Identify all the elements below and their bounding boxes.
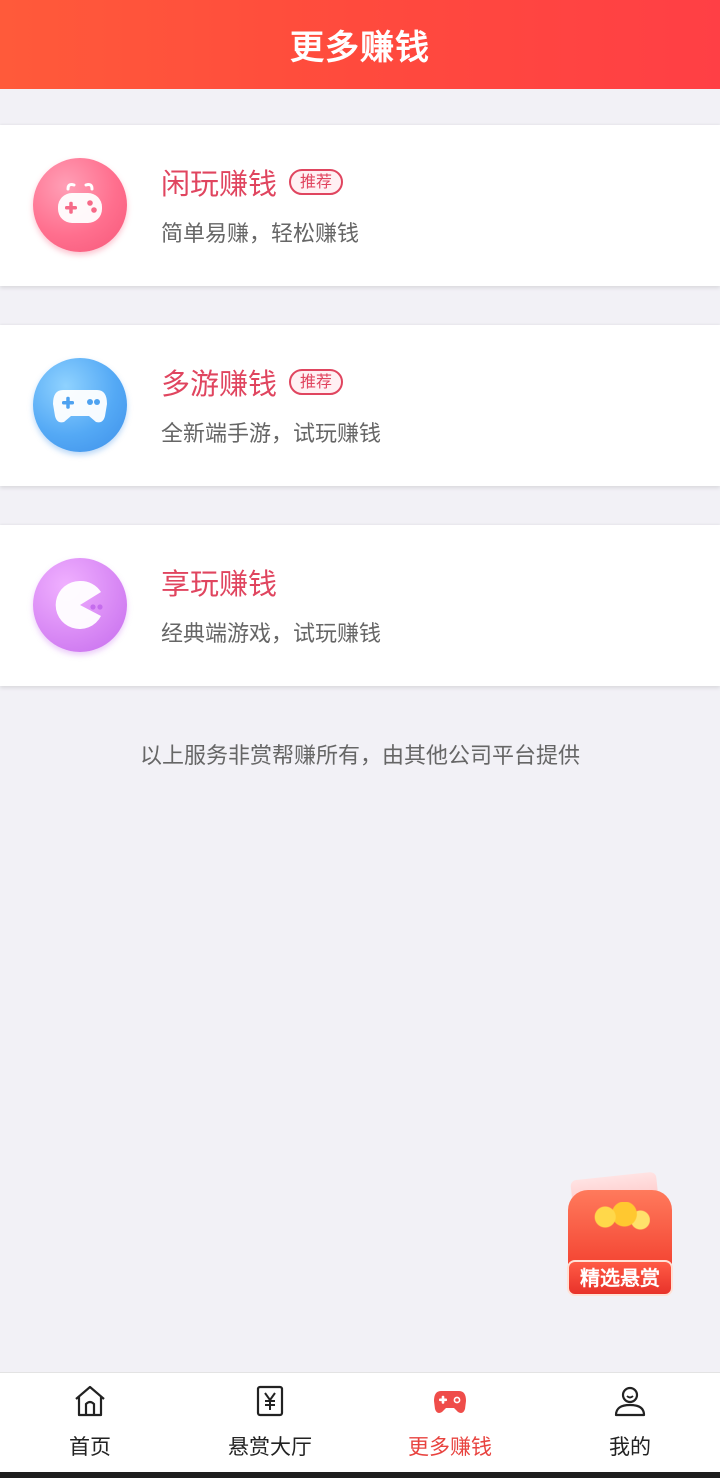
tab-mine[interactable]: 我的 [540, 1373, 720, 1472]
disclaimer-text: 以上服务非赏帮赚所有，由其他公司平台提供 [139, 744, 580, 769]
featured-bounty-button[interactable]: 精选悬赏 [560, 1171, 678, 1300]
user-icon [612, 1383, 648, 1419]
list-item-xianwan[interactable]: 闲玩赚钱 推荐 简单易赚，轻松赚钱 [0, 125, 720, 286]
bottom-tab-bar: 首页 悬赏大厅 更多赚钱 我的 [0, 1372, 720, 1472]
page-title: 更多赚钱 [290, 28, 430, 68]
tab-label: 我的 [609, 1435, 651, 1459]
pacman-icon [33, 558, 127, 652]
gamepad-icon [432, 1383, 468, 1419]
featured-bounty-label: 精选悬赏 [567, 1260, 673, 1296]
item-title: 多游赚钱 [161, 367, 278, 401]
item-description: 简单易赚，轻松赚钱 [161, 222, 360, 247]
home-icon [72, 1383, 108, 1419]
tab-more-earn[interactable]: 更多赚钱 [360, 1373, 540, 1472]
recommend-badge: 推荐 [289, 369, 344, 395]
item-description: 经典端游戏，试玩赚钱 [161, 622, 382, 647]
list-item-xiangwan[interactable]: 享玩赚钱 经典端游戏，试玩赚钱 [0, 525, 720, 686]
item-description: 全新端手游，试玩赚钱 [161, 422, 382, 447]
system-nav-bar [0, 1472, 720, 1478]
gamepad-icon [33, 358, 127, 452]
top-header: 更多赚钱 [0, 0, 720, 89]
list-item-duoyou[interactable]: 多游赚钱 推荐 全新端手游，试玩赚钱 [0, 325, 720, 486]
tab-home[interactable]: 首页 [0, 1373, 180, 1472]
tab-label: 更多赚钱 [408, 1435, 492, 1459]
tab-bounty-hall[interactable]: 悬赏大厅 [180, 1373, 360, 1472]
tab-label: 悬赏大厅 [228, 1435, 312, 1459]
yuan-icon [252, 1383, 288, 1419]
game-controller-icon [33, 158, 127, 252]
item-title: 闲玩赚钱 [161, 167, 278, 201]
recommend-badge: 推荐 [289, 169, 344, 195]
tab-label: 首页 [69, 1435, 111, 1459]
item-title: 享玩赚钱 [161, 567, 278, 601]
